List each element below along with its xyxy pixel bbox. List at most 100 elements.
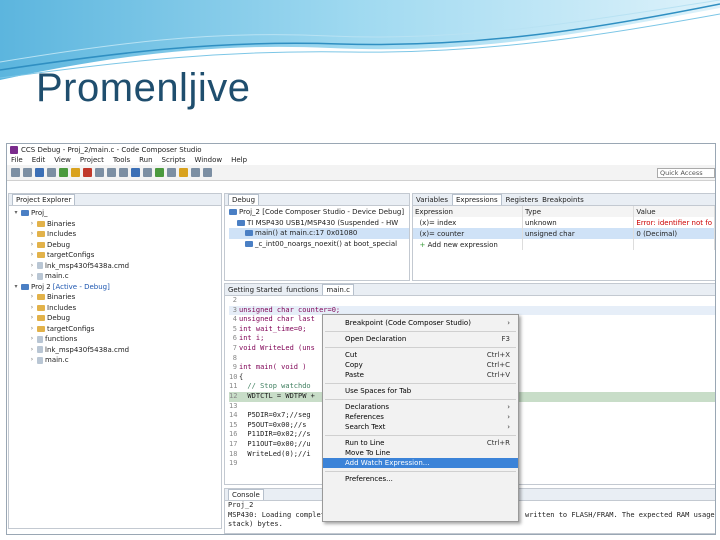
debug-item[interactable]: _c_int00_noargs_noexit() at boot_special bbox=[229, 239, 409, 250]
line-number: 7 bbox=[232, 343, 237, 352]
tree-item[interactable]: ▾ Proj_ bbox=[9, 208, 221, 219]
menu-item-help[interactable]: Help bbox=[231, 156, 247, 164]
menu-item-view[interactable]: View bbox=[54, 156, 71, 164]
expand-arrow-icon[interactable]: › bbox=[29, 303, 35, 314]
menu-item-breakpoint-code-composer-studio[interactable]: Breakpoint (Code Composer Studio) › bbox=[323, 318, 518, 328]
menu-item-declarations[interactable]: Declarations › bbox=[323, 402, 518, 412]
menu-item-open-declaration[interactable]: Open Declaration F3 bbox=[323, 334, 518, 344]
code-text: P5OUT=0x00;//s bbox=[239, 420, 307, 429]
menu-item-preferences[interactable]: Preferences... bbox=[323, 474, 518, 484]
menu-item-project[interactable]: Project bbox=[80, 156, 104, 164]
tab-debug[interactable]: Debug bbox=[228, 194, 260, 205]
folder-icon bbox=[37, 231, 45, 238]
expand-arrow-icon[interactable]: › bbox=[29, 324, 35, 335]
table-row[interactable]: (x)= counter unsigned char 0 (Decimal) bbox=[413, 228, 715, 239]
expand-arrow-icon[interactable]: › bbox=[29, 229, 35, 240]
expand-arrow-icon[interactable]: › bbox=[29, 271, 35, 282]
tree-item[interactable]: › main.c bbox=[9, 355, 221, 366]
memory-icon[interactable] bbox=[167, 168, 176, 177]
menu-item-cut[interactable]: Cut Ctrl+X bbox=[323, 350, 518, 360]
tree-item[interactable]: ▾ Proj 2 [Active - Debug] bbox=[9, 282, 221, 293]
tree-item[interactable]: › lnk_msp430f5438a.cmd bbox=[9, 345, 221, 356]
add-expression-row[interactable]: + Add new expression bbox=[413, 239, 715, 250]
tree-item[interactable]: › Binaries bbox=[9, 292, 221, 303]
tree-item[interactable]: › targetConfigs bbox=[9, 324, 221, 335]
tree-item-suffix: [Active - Debug] bbox=[52, 282, 110, 291]
new-icon[interactable] bbox=[11, 168, 20, 177]
menu-item-add-watch-expression[interactable]: Add Watch Expression... bbox=[323, 458, 518, 468]
menu-item-file[interactable]: File bbox=[11, 156, 23, 164]
tab-variables[interactable]: Variables bbox=[416, 196, 448, 204]
menu-item-search-text[interactable]: Search Text › bbox=[323, 422, 518, 432]
menu-item-move-to-line[interactable]: Move To Line bbox=[323, 448, 518, 458]
line-number: 3 bbox=[232, 305, 237, 314]
menu-item-edit[interactable]: Edit bbox=[32, 156, 46, 164]
menu-item-use-spaces-for-tab[interactable]: Use Spaces for Tab bbox=[323, 386, 518, 396]
expand-arrow-icon[interactable]: ▾ bbox=[13, 282, 19, 293]
menu-item-scripts[interactable]: Scripts bbox=[162, 156, 186, 164]
search-icon[interactable] bbox=[47, 168, 56, 177]
nav-back-icon[interactable] bbox=[191, 168, 200, 177]
tab-main-c[interactable]: main.c bbox=[322, 284, 354, 295]
debug-item[interactable]: main() at main.c:17 0x01080 bbox=[229, 228, 409, 239]
tab-breakpoints[interactable]: Breakpoints bbox=[542, 196, 584, 204]
restart-icon[interactable] bbox=[131, 168, 140, 177]
menu-item-tools[interactable]: Tools bbox=[113, 156, 130, 164]
menu-item-run-to-line[interactable]: Run to Line Ctrl+R bbox=[323, 438, 518, 448]
tree-item[interactable]: › lnk_msp430f5438a.cmd bbox=[9, 261, 221, 272]
step-return-icon[interactable] bbox=[119, 168, 128, 177]
menu-item-paste[interactable]: Paste Ctrl+V bbox=[323, 370, 518, 380]
project-tree: ▾ Proj_ › Binaries › Includes › Debug › targetCon… bbox=[9, 206, 221, 366]
expand-arrow-icon[interactable]: › bbox=[29, 240, 35, 251]
tab-expressions[interactable]: Expressions bbox=[452, 194, 502, 205]
menu-separator bbox=[325, 382, 516, 384]
tree-item[interactable]: › main.c bbox=[9, 271, 221, 282]
table-row[interactable]: (x)= index unknown Error: identifier not… bbox=[413, 217, 715, 228]
menu-separator bbox=[325, 330, 516, 332]
project-icon bbox=[21, 210, 29, 217]
debug-item[interactable]: Proj_2 [Code Composer Studio - Device De… bbox=[229, 207, 409, 218]
expand-arrow-icon[interactable]: ▾ bbox=[13, 208, 19, 219]
line-number: 5 bbox=[232, 324, 237, 333]
tree-item[interactable]: › functions bbox=[9, 334, 221, 345]
tree-item[interactable]: › Includes bbox=[9, 229, 221, 240]
menu-item-window[interactable]: Window bbox=[195, 156, 223, 164]
tree-item[interactable]: › Debug bbox=[9, 240, 221, 251]
menu-item-references[interactable]: References › bbox=[323, 412, 518, 422]
menu-item-copy[interactable]: Copy Ctrl+C bbox=[323, 360, 518, 370]
tree-item[interactable]: › Includes bbox=[9, 303, 221, 314]
save-icon[interactable] bbox=[23, 168, 32, 177]
tree-item-label: Debug bbox=[47, 314, 71, 322]
debug-item[interactable]: TI MSP430 USB1/MSP430 (Suspended - HW bbox=[229, 218, 409, 229]
build-icon[interactable] bbox=[35, 168, 44, 177]
context-menu: Breakpoint (Code Composer Studio) › Open D… bbox=[322, 314, 519, 522]
expand-arrow-icon[interactable]: › bbox=[29, 292, 35, 303]
quick-access-input[interactable]: Quick Access bbox=[657, 167, 715, 178]
breakpoint-icon[interactable] bbox=[179, 168, 188, 177]
expand-arrow-icon[interactable]: › bbox=[29, 334, 35, 345]
debug-icon[interactable] bbox=[155, 168, 164, 177]
terminate-icon[interactable] bbox=[83, 168, 92, 177]
expand-arrow-icon[interactable]: › bbox=[29, 261, 35, 272]
expand-arrow-icon[interactable]: › bbox=[29, 219, 35, 230]
expand-arrow-icon[interactable]: › bbox=[29, 250, 35, 261]
tab-functions[interactable]: functions bbox=[286, 286, 318, 294]
tab-getting-started[interactable]: Getting Started bbox=[228, 286, 282, 294]
expand-arrow-icon[interactable]: › bbox=[29, 345, 35, 356]
resume-icon[interactable] bbox=[59, 168, 68, 177]
suspend-icon[interactable] bbox=[71, 168, 80, 177]
tab-registers[interactable]: Registers bbox=[506, 196, 538, 204]
step-over-icon[interactable] bbox=[107, 168, 116, 177]
tree-item[interactable]: › Debug bbox=[9, 313, 221, 324]
nav-forward-icon[interactable] bbox=[203, 168, 212, 177]
tree-item[interactable]: › Binaries bbox=[9, 219, 221, 230]
expand-arrow-icon[interactable]: › bbox=[29, 355, 35, 366]
expand-arrow-icon[interactable]: › bbox=[29, 313, 35, 324]
reset-icon[interactable] bbox=[143, 168, 152, 177]
step-into-icon[interactable] bbox=[95, 168, 104, 177]
tree-item[interactable]: › targetConfigs bbox=[9, 250, 221, 261]
tab-console[interactable]: Console bbox=[228, 489, 264, 500]
menu-item-run[interactable]: Run bbox=[139, 156, 152, 164]
col-expression: Expression bbox=[413, 206, 523, 217]
tab-project-explorer[interactable]: Project Explorer bbox=[12, 194, 76, 205]
